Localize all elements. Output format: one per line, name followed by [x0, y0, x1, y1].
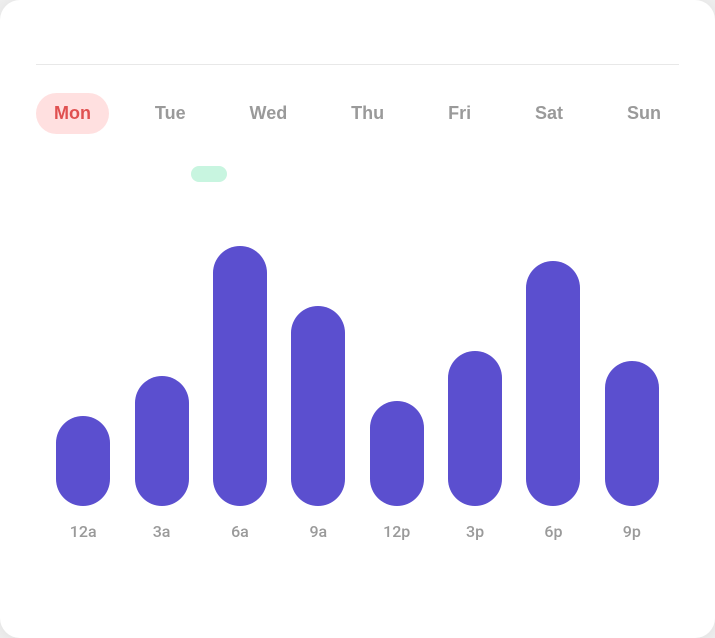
- bar-wrapper-9a: [279, 306, 357, 506]
- day-btn-sun[interactable]: Sun: [609, 93, 679, 134]
- best-time-to-post-card: Mon Tue Wed Thu Fri Sat Sun 12a3a6a9a12p3p6p9p: [0, 0, 715, 638]
- bars-container: [36, 226, 679, 506]
- x-label-6p: 6p: [514, 522, 592, 541]
- bar-wrapper-3a: [122, 376, 200, 506]
- day-btn-tue[interactable]: Tue: [137, 93, 204, 134]
- bar-6p: [526, 261, 580, 506]
- x-labels: 12a3a6a9a12p3p6p9p: [36, 522, 679, 541]
- x-label-3p: 3p: [436, 522, 514, 541]
- bar-wrapper-6a: [201, 246, 279, 506]
- most-active-badge: [191, 166, 227, 182]
- bar-12p: [370, 401, 424, 506]
- chart-area: 12a3a6a9a12p3p6p9p: [36, 166, 679, 541]
- bar-wrapper-3p: [436, 351, 514, 506]
- day-btn-fri[interactable]: Fri: [430, 93, 489, 134]
- day-btn-thu[interactable]: Thu: [333, 93, 402, 134]
- bar-wrapper-9p: [593, 361, 671, 506]
- x-label-9a: 9a: [279, 522, 357, 541]
- bar-9p: [605, 361, 659, 506]
- bar-3p: [448, 351, 502, 506]
- bar-6a: [213, 246, 267, 506]
- bar-3a: [135, 376, 189, 506]
- x-label-12a: 12a: [44, 522, 122, 541]
- bar-wrapper-6p: [514, 261, 592, 506]
- day-btn-wed[interactable]: Wed: [232, 93, 306, 134]
- day-selector: Mon Tue Wed Thu Fri Sat Sun: [36, 93, 679, 134]
- bar-wrapper-12p: [358, 401, 436, 506]
- x-label-9p: 9p: [593, 522, 671, 541]
- day-btn-mon[interactable]: Mon: [36, 93, 109, 134]
- x-label-6a: 6a: [201, 522, 279, 541]
- bar-9a: [291, 306, 345, 506]
- bar-wrapper-12a: [44, 416, 122, 506]
- x-label-12p: 12p: [358, 522, 436, 541]
- divider: [36, 64, 679, 65]
- x-label-3a: 3a: [122, 522, 200, 541]
- day-btn-sat[interactable]: Sat: [517, 93, 581, 134]
- bar-12a: [56, 416, 110, 506]
